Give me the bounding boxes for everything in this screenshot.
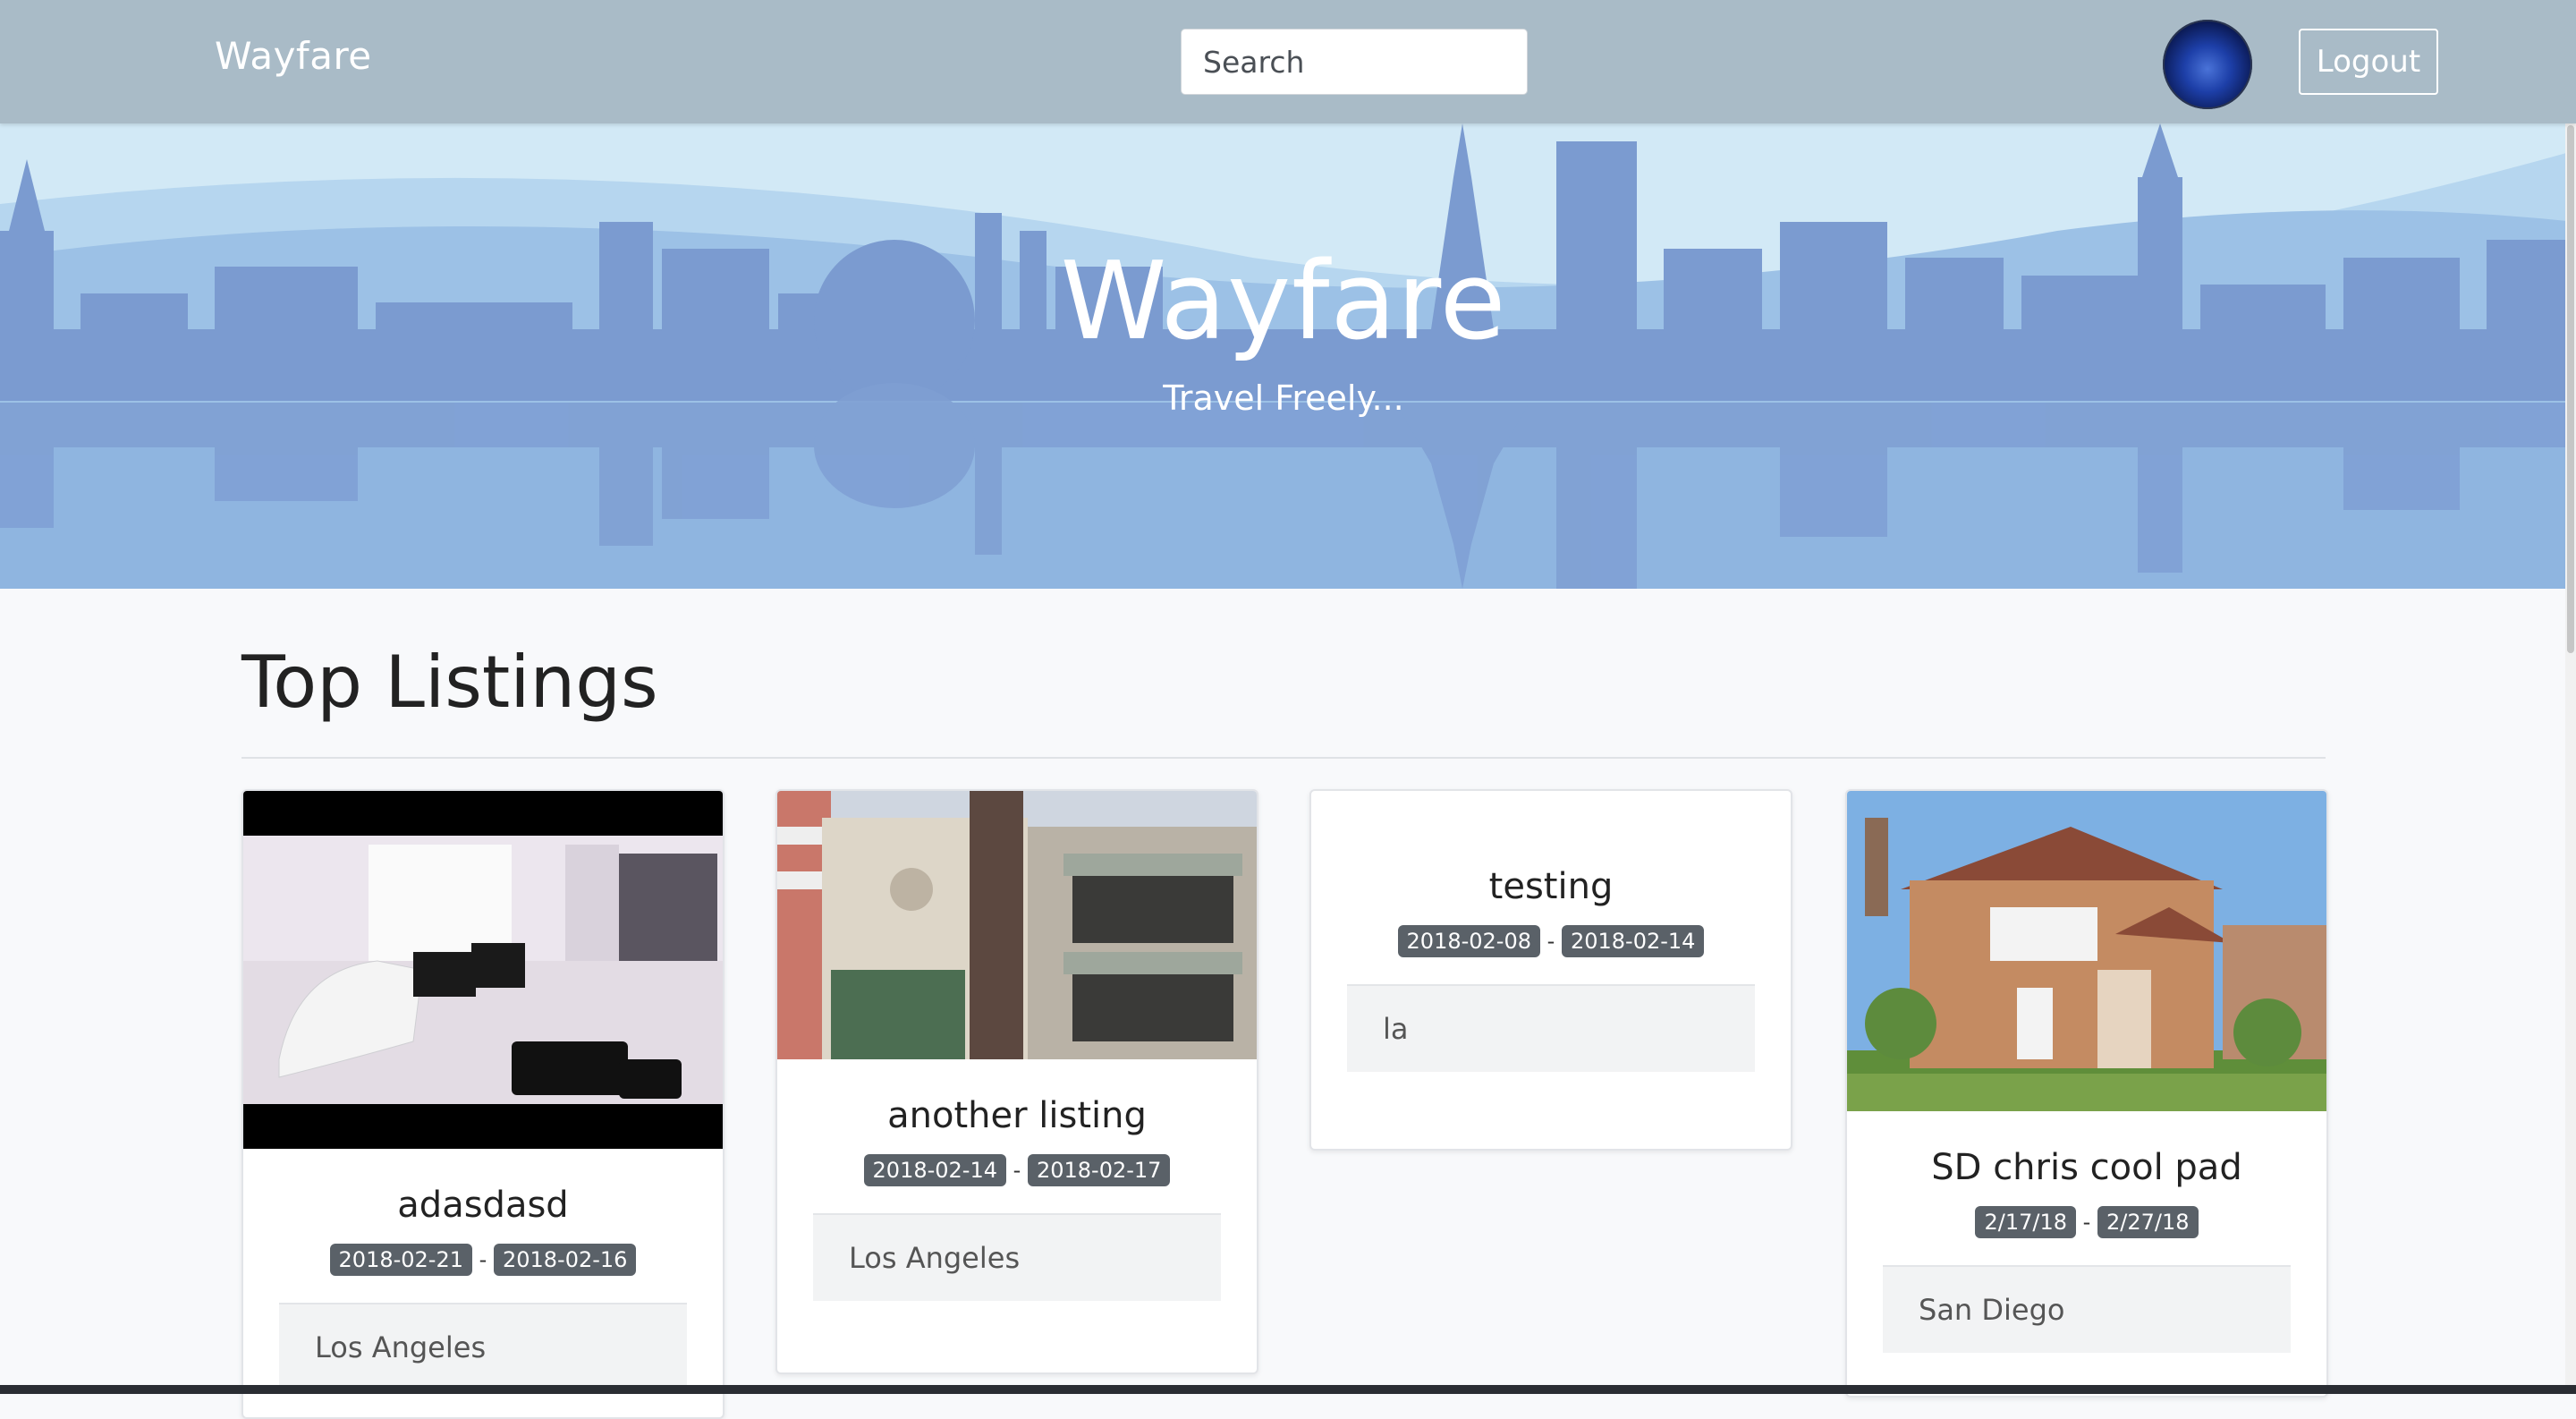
date-separator: - — [479, 1247, 487, 1272]
listing-location: San Diego — [1883, 1265, 2291, 1353]
listing-card[interactable]: testing 2018-02-08 - 2018-02-14 la — [1309, 789, 1792, 1151]
listing-card[interactable]: adasdasd 2018-02-21 - 2018-02-16 Los Ang… — [242, 789, 724, 1419]
avatar[interactable] — [2163, 20, 2252, 109]
navbar: Wayfare Logout — [0, 0, 2576, 123]
date-separator: - — [2082, 1210, 2091, 1235]
start-date-badge: 2018-02-14 — [863, 1154, 1007, 1186]
listing-card[interactable]: SD chris cool pad 2/17/18 - 2/27/18 San … — [1845, 789, 2328, 1398]
date-separator: - — [1013, 1158, 1021, 1183]
listing-photo[interactable] — [1847, 791, 2326, 1111]
date-separator: - — [1546, 929, 1555, 954]
listing-location: Los Angeles — [279, 1303, 687, 1390]
start-date-badge: 2018-02-21 — [329, 1244, 473, 1276]
listing-card[interactable]: another listing 2018-02-14 - 2018-02-17 … — [775, 789, 1258, 1374]
listing-dates: 2018-02-14 - 2018-02-17 — [777, 1154, 1257, 1186]
logout-button[interactable]: Logout — [2299, 29, 2438, 95]
end-date-badge: 2/27/18 — [2097, 1206, 2199, 1238]
start-date-badge: 2/17/18 — [1975, 1206, 2077, 1238]
hero-title: Wayfare — [1060, 240, 1507, 364]
listing-title[interactable]: testing — [1311, 866, 1791, 907]
hero-banner: Wayfare Travel Freely... — [0, 123, 2576, 589]
search-input[interactable] — [1181, 29, 1528, 95]
section-title: Top Listings — [242, 641, 658, 724]
listing-photo[interactable] — [777, 791, 1257, 1059]
listing-location: la — [1347, 984, 1755, 1072]
listing-dates: 2018-02-08 - 2018-02-14 — [1311, 925, 1791, 957]
end-date-badge: 2018-02-17 — [1027, 1154, 1171, 1186]
scrollbar-thumb[interactable] — [2567, 125, 2574, 653]
start-date-badge: 2018-02-08 — [1397, 925, 1541, 957]
listing-dates: 2/17/18 - 2/27/18 — [1847, 1206, 2326, 1238]
end-date-badge: 2018-02-16 — [493, 1244, 637, 1276]
window-bottom-edge — [0, 1385, 2576, 1394]
listing-location: Los Angeles — [813, 1213, 1221, 1301]
divider — [242, 757, 2326, 759]
end-date-badge: 2018-02-14 — [1561, 925, 1705, 957]
listing-photo[interactable] — [243, 791, 723, 1149]
listing-title[interactable]: adasdasd — [243, 1185, 723, 1226]
hero-subtitle: Travel Freely... — [1163, 378, 1404, 418]
listing-title[interactable]: another listing — [777, 1095, 1257, 1136]
listing-title[interactable]: SD chris cool pad — [1847, 1147, 2326, 1188]
listing-dates: 2018-02-21 - 2018-02-16 — [243, 1244, 723, 1276]
brand-logo[interactable]: Wayfare — [215, 34, 372, 78]
